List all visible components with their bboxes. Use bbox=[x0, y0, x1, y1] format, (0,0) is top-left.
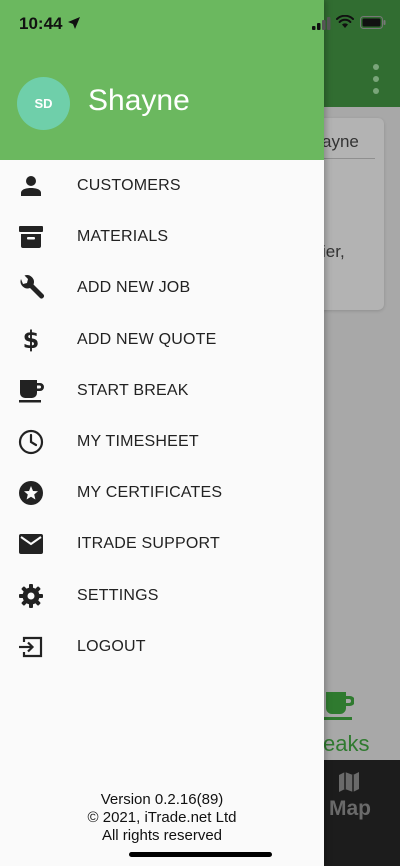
menu-item-settings[interactable]: SETTINGS bbox=[0, 570, 324, 621]
menu-item-logout[interactable]: LOGOUT bbox=[0, 621, 324, 672]
logout-icon bbox=[17, 633, 45, 661]
menu-item-my-certificates[interactable]: MY CERTIFICATES bbox=[0, 467, 324, 518]
home-indicator[interactable] bbox=[129, 852, 272, 857]
menu-label-settings: SETTINGS bbox=[77, 586, 159, 604]
status-bar: 10:44 bbox=[0, 0, 400, 48]
location-arrow-icon bbox=[68, 17, 80, 29]
menu-label-add-new-job: ADD NEW JOB bbox=[77, 279, 191, 297]
battery-icon bbox=[360, 16, 386, 29]
menu-label-customers: CUSTOMERS bbox=[77, 177, 181, 194]
status-time: 10:44 bbox=[19, 14, 63, 33]
menu-label-itrade-support: ITRADE SUPPORT bbox=[77, 535, 220, 553]
avatar[interactable]: SD bbox=[17, 77, 70, 130]
cellular-signal-icon bbox=[312, 17, 331, 30]
tab-breaks-label[interactable]: eaks bbox=[323, 731, 369, 757]
rights-text: All rights reserved bbox=[101, 827, 223, 844]
card-name: ayne bbox=[322, 132, 359, 151]
wifi-icon bbox=[336, 15, 354, 28]
menu-label-add-new-quote: ADD NEW QUOTE bbox=[77, 330, 217, 348]
menu-label-materials: MATERIALS bbox=[77, 228, 169, 246]
drawer-footer: Version 0.2.16(89) © 2021, iTrade.net Lt… bbox=[0, 791, 324, 845]
drawer-menu: CUSTOMERS MATERIALS ADD NEW JOB $ ADD NE… bbox=[0, 160, 324, 672]
clock-icon bbox=[17, 428, 45, 456]
user-name: Shayne bbox=[88, 84, 190, 117]
tab-map-label[interactable]: Map bbox=[329, 797, 371, 821]
menu-item-add-new-job[interactable]: ADD NEW JOB bbox=[0, 262, 324, 313]
card-divider bbox=[320, 158, 375, 159]
coffee-icon bbox=[324, 692, 354, 720]
menu-item-my-timesheet[interactable]: MY TIMESHEET bbox=[0, 416, 324, 467]
mail-icon bbox=[17, 530, 45, 558]
more-vert-icon[interactable] bbox=[370, 64, 382, 94]
card-text: ier, bbox=[322, 242, 345, 261]
menu-item-itrade-support[interactable]: ITRADE SUPPORT bbox=[0, 518, 324, 569]
menu-item-customers[interactable]: CUSTOMERS bbox=[0, 160, 324, 211]
gear-icon bbox=[17, 582, 45, 610]
menu-label-my-certificates: MY CERTIFICATES bbox=[77, 484, 223, 502]
coffee-icon bbox=[17, 377, 45, 405]
dollar-icon: $ bbox=[22, 325, 40, 354]
menu-label-my-timesheet: MY TIMESHEET bbox=[77, 432, 199, 450]
copyright-text: © 2021, iTrade.net Ltd bbox=[87, 809, 237, 826]
map-icon[interactable] bbox=[338, 771, 360, 793]
menu-label-logout: LOGOUT bbox=[77, 637, 146, 655]
menu-item-add-new-quote[interactable]: $ ADD NEW QUOTE bbox=[0, 314, 324, 365]
star-badge-icon bbox=[17, 479, 45, 507]
menu-item-start-break[interactable]: START BREAK bbox=[0, 365, 324, 416]
navigation-drawer: SD Shayne CUSTOMERS MATERIALS ADD NEW JO… bbox=[0, 0, 324, 866]
archive-box-icon bbox=[17, 223, 45, 251]
wrench-icon bbox=[17, 274, 45, 302]
menu-item-materials[interactable]: MATERIALS bbox=[0, 211, 324, 262]
person-icon bbox=[17, 172, 45, 200]
version-text: Version 0.2.16(89) bbox=[100, 791, 224, 808]
menu-label-start-break: START BREAK bbox=[77, 381, 189, 399]
